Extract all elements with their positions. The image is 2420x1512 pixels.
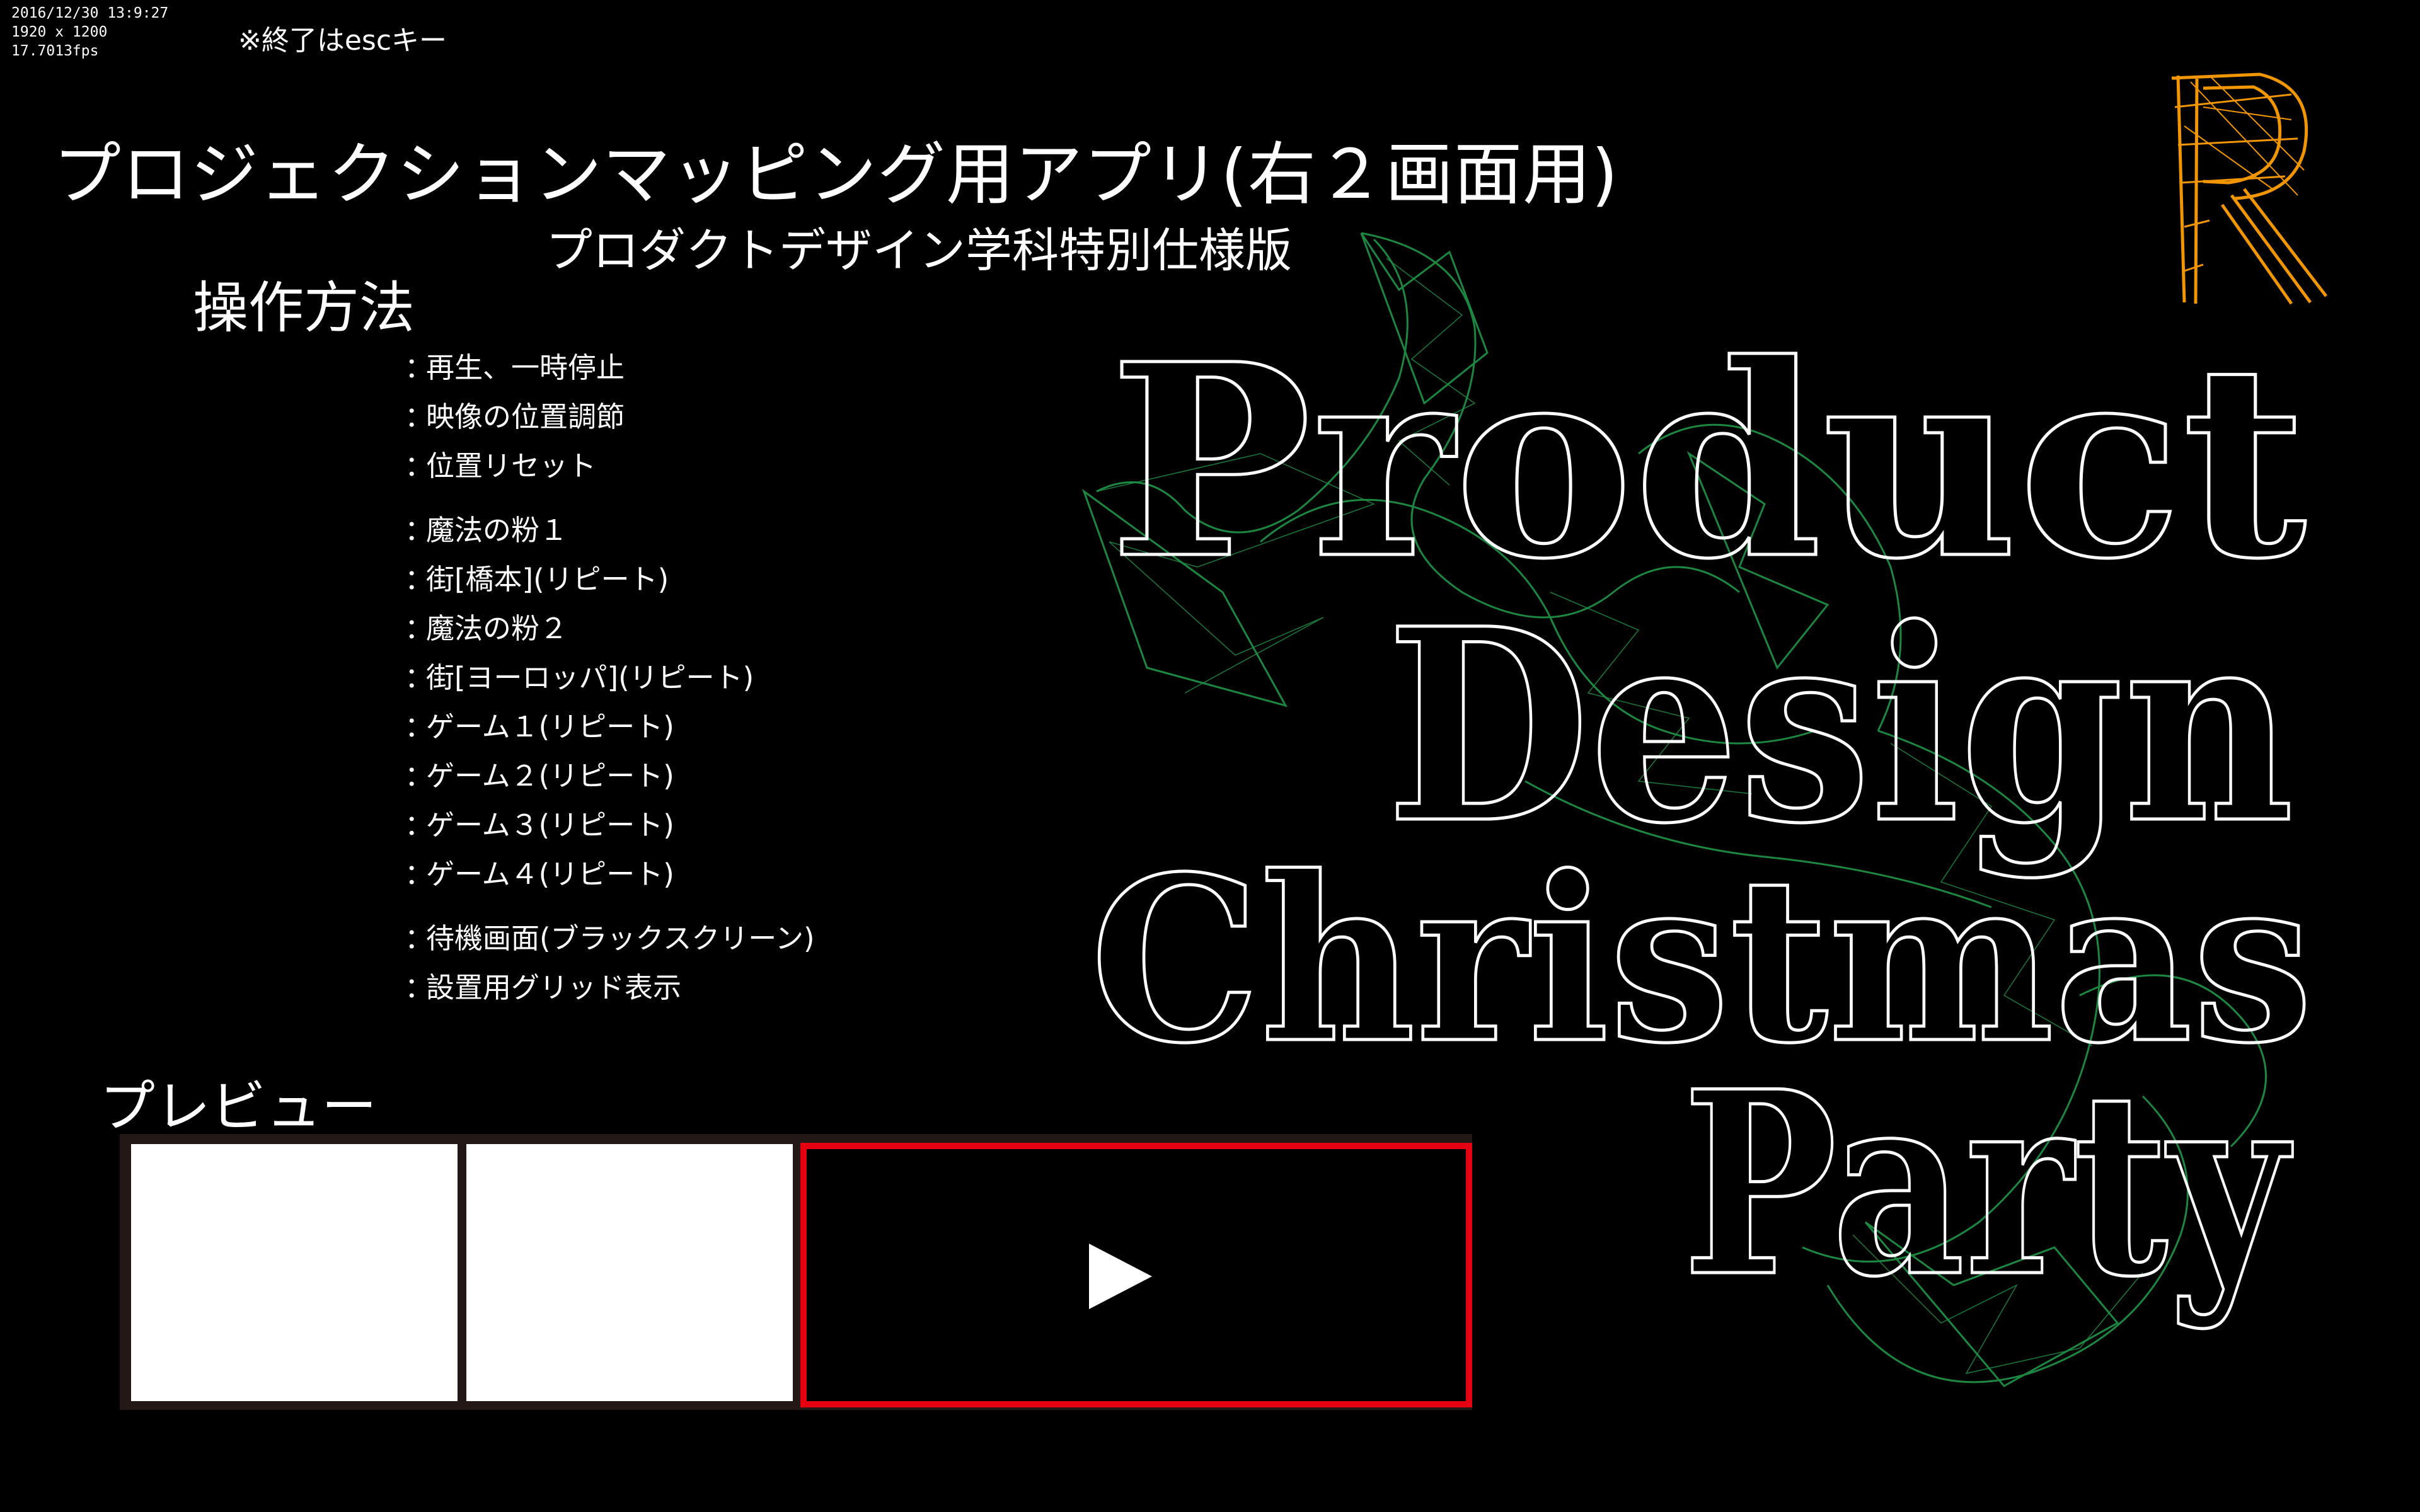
control-row: ←↑→↓ ： 映像の位置調節	[0, 398, 882, 436]
control-description: 街[橋本](リピート)	[426, 563, 669, 596]
control-description: 待機画面(ブラックスクリーン)	[426, 922, 815, 955]
control-description: ゲーム１(リピート)	[426, 710, 674, 743]
control-row: スペース ： 再生、一時停止	[0, 349, 882, 387]
control-description: 映像の位置調節	[426, 400, 625, 433]
control-row: 8 ： ゲーム４(リピート)	[0, 856, 882, 893]
control-description: 再生、一時停止	[426, 351, 625, 384]
control-row: 4 ： 街[ヨーロッパ](リピート)	[0, 659, 882, 697]
app-window: 2016/12/30 13:9:27 1920 x 1200 17.7013fp…	[0, 0, 2420, 1512]
product-design-christmas-party-artwork: Product Product Design Design Christmas …	[1071, 214, 2332, 1424]
control-row: r ： 位置リセット	[0, 447, 882, 485]
preview-heading: プレビュー	[100, 1074, 377, 1139]
control-row: 3 ： 魔法の粉２	[0, 610, 882, 648]
debug-fps: 17.7013fps	[11, 43, 99, 59]
debug-datetime: 2016/12/30 13:9:27	[11, 5, 169, 21]
control-description: 魔法の粉２	[426, 612, 568, 645]
control-row: 6 ： ゲーム２(リピート)	[0, 757, 882, 795]
control-row: 7 ： ゲーム３(リピート)	[0, 806, 882, 844]
debug-overlay: 2016/12/30 13:9:27 1920 x 1200 17.7013fp…	[11, 4, 168, 60]
control-description: 街[ヨーロッパ](リピート)	[426, 661, 754, 694]
control-row: 0 ： 設置用グリッド表示	[0, 969, 882, 1007]
control-row: 9 ： 待機画面(ブラックスクリーン)	[0, 920, 882, 958]
control-row: 1 ： 魔法の粉１	[0, 512, 882, 549]
preview-screen-2	[466, 1144, 793, 1401]
control-row: 2 ： 街[橋本](リピート)	[0, 561, 882, 598]
artwork-word-party-mesh: Party	[1683, 1036, 2293, 1332]
debug-resolution: 1920 x 1200	[11, 24, 108, 40]
control-row: 5 ： ゲーム１(リピート)	[0, 708, 882, 746]
artwork-svg: Product Product Design Design Christmas …	[1081, 232, 2315, 1387]
app-title: プロジェクションマッピング用アプリ(右２画面用)	[53, 135, 1619, 214]
control-description: ゲーム３(リピート)	[426, 808, 674, 842]
control-description: ゲーム２(リピート)	[426, 759, 674, 793]
control-description: ゲーム４(リピート)	[426, 857, 674, 891]
control-description: 魔法の粉１	[426, 513, 568, 547]
exit-hint: ※終了はescキー	[238, 25, 447, 57]
control-description: 位置リセット	[426, 449, 597, 483]
control-description: 設置用グリッド表示	[426, 971, 682, 1004]
controls-heading: 操作方法	[193, 275, 415, 340]
artwork-text: Product Product Design Design Christmas …	[1089, 306, 2315, 1334]
preview-screen-1	[131, 1144, 458, 1401]
